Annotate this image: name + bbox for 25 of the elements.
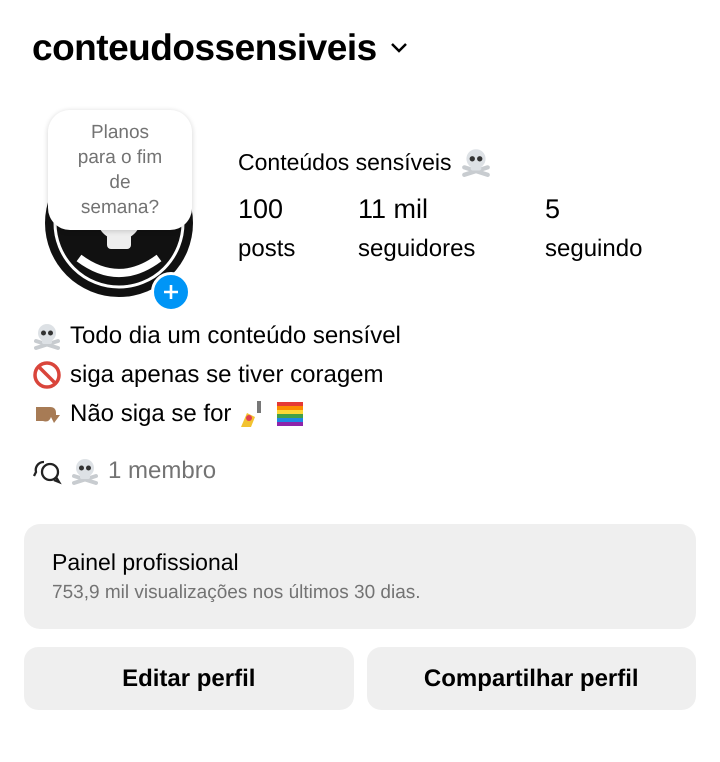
stat-count[interactable]: 100 [238, 194, 308, 225]
profile-action-button[interactable]: Compartilhar perfil [366, 647, 696, 710]
skull-crossbones-icon [460, 146, 492, 178]
skull-crossbones-icon [32, 321, 62, 351]
stat-count[interactable]: 5 [545, 194, 642, 225]
prohibited-icon [32, 360, 62, 390]
bio-text: siga apenas se tiver coragem [70, 361, 384, 389]
stat-label[interactable]: seguindo [545, 235, 642, 263]
stat-label[interactable]: seguidores [358, 235, 495, 263]
channel-members[interactable]: 1 membro [108, 457, 216, 485]
skull-crossbones-icon [70, 456, 100, 486]
bio-text: Não siga se for [70, 400, 232, 428]
bio-text: Todo dia um conteúdo sensível [70, 322, 401, 350]
rainbow-flag-icon [275, 400, 306, 428]
professional-dashboard-card[interactable]: Painel profissional 753,9 mil visualizações nos últimos 30 dias. [24, 524, 696, 629]
chevron-down-icon[interactable] [388, 41, 409, 55]
profile-username: conteudossensiveis [32, 27, 377, 69]
stat-label[interactable]: posts [238, 235, 308, 263]
plus-icon [163, 284, 179, 300]
dashboard-title: Painel profissional [52, 549, 240, 576]
profile-action-button[interactable]: Editar perfil [24, 647, 354, 710]
stat-count[interactable]: 11 mil [358, 194, 495, 225]
note-tooltip[interactable]: Planos para o fim de semana? [48, 110, 192, 230]
display-name: Conteúdos sensíveis [238, 148, 452, 176]
dashboard-subtitle: 753,9 mil visualizações nos últimos 30 dias. [52, 582, 422, 604]
